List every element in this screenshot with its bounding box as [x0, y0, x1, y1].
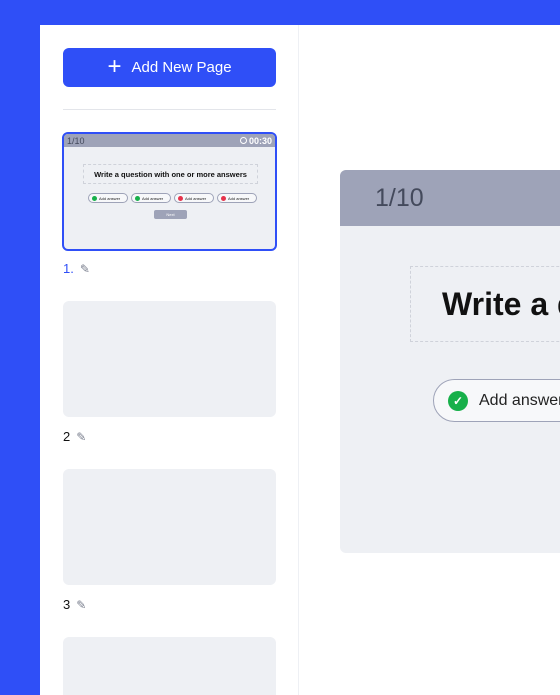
- add-new-page-label: Add New Page: [131, 59, 232, 76]
- thumbnail-answer: Add answer: [174, 193, 214, 203]
- check-icon: [92, 195, 97, 201]
- page-number: 2: [63, 429, 71, 444]
- page-thumbnail-1[interactable]: 1/10 00:30 Write a question with one or …: [62, 132, 277, 251]
- page-number: 1.: [63, 261, 74, 276]
- thumbnail-answer-label: Add answer: [185, 195, 207, 201]
- page-thumbnail-3[interactable]: [63, 469, 276, 585]
- page-label-3: 3 ✎: [63, 597, 86, 612]
- page-thumbnail-4[interactable]: [63, 637, 276, 695]
- thumbnail-timer: 00:30: [239, 135, 272, 146]
- thumbnail-answer: Add answer: [217, 193, 257, 203]
- thumbnail-answer-label: Add answer: [99, 195, 121, 201]
- page-number: 3: [63, 597, 71, 612]
- thumbnail-answers: Add answer Add answer Add answer Add ans…: [88, 193, 257, 203]
- page-thumbnail-2[interactable]: [63, 301, 276, 417]
- pencil-icon[interactable]: ✎: [76, 598, 86, 612]
- add-new-page-button[interactable]: + Add New Page: [63, 48, 276, 87]
- thumbnail-timer-value: 00:30: [248, 135, 272, 146]
- app-window: + Add New Page 1/10 00:30 Write a questi…: [40, 25, 560, 695]
- sidebar-divider: [63, 109, 276, 110]
- page-label-2: 2 ✎: [63, 429, 86, 444]
- thumbnail-header: 1/10 00:30: [64, 134, 275, 147]
- pencil-icon[interactable]: ✎: [80, 262, 90, 276]
- answer-option-button[interactable]: ✓ Add answer: [433, 379, 560, 422]
- thumbnail-answer-label: Add answer: [142, 195, 164, 201]
- cross-icon: [178, 195, 183, 201]
- question-card: 1/10 Write a question with one or more a…: [340, 170, 560, 553]
- plus-icon: +: [107, 52, 122, 80]
- thumbnail-answer: Add answer: [88, 193, 128, 203]
- clock-icon: [239, 137, 247, 144]
- card-header: 1/10: [340, 170, 560, 226]
- check-icon: ✓: [448, 390, 468, 411]
- thumbnail-next-button: Next: [154, 210, 187, 219]
- pages-sidebar: + Add New Page 1/10 00:30 Write a questi…: [40, 25, 299, 695]
- cross-icon: [221, 195, 226, 201]
- check-icon: [135, 195, 140, 201]
- thumbnail-answer: Add answer: [131, 193, 171, 203]
- thumbnail-question: Write a question with one or more answer…: [83, 164, 258, 184]
- page-editor: 1/10 Write a question with one or more a…: [299, 25, 560, 695]
- thumbnail-answer-label: Add answer: [228, 195, 250, 201]
- question-input[interactable]: Write a question with one or more answer…: [410, 266, 560, 342]
- question-counter: 1/10: [375, 183, 424, 212]
- page-label-1: 1. ✎: [63, 261, 90, 276]
- pencil-icon[interactable]: ✎: [76, 430, 86, 444]
- thumbnail-counter: 1/10: [67, 135, 85, 146]
- answer-option-label: Add answer: [479, 391, 560, 409]
